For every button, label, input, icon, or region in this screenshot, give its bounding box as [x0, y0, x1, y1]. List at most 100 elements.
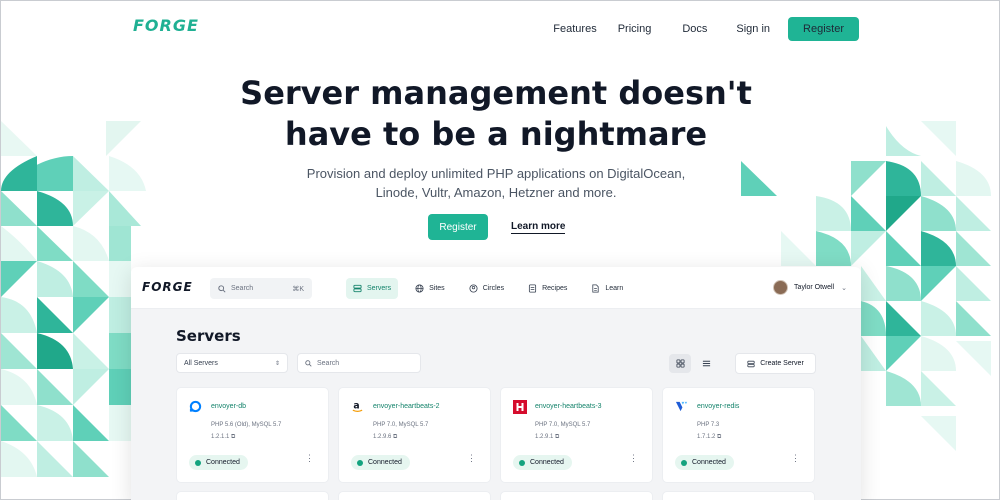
- app-nav-circles[interactable]: Circles: [462, 278, 511, 299]
- server-card-partial[interactable]: [176, 491, 329, 500]
- amazon-icon: a: [350, 399, 365, 414]
- app-nav-label: Servers: [367, 285, 392, 292]
- app-content: Servers All Servers ⇕ Search Create Serv…: [131, 309, 861, 500]
- server-card-partial[interactable]: [500, 491, 653, 500]
- server-name-link[interactable]: envoyer-heartbeats-2: [373, 403, 440, 410]
- app-nav: Servers Sites Circles Recipes Learn: [346, 278, 640, 299]
- more-options-icon[interactable]: ⋮: [629, 454, 638, 463]
- server-php-mysql: PHP 7.3: [697, 422, 720, 428]
- status-dot: [519, 459, 525, 466]
- search-icon: [305, 359, 312, 367]
- server-name-link[interactable]: envoyer-db: [211, 403, 246, 410]
- learn-more-link[interactable]: Learn more: [511, 221, 566, 234]
- hero-actions: Register Learn more: [428, 214, 566, 240]
- server-cards-row-2: [176, 491, 824, 500]
- create-server-button[interactable]: Create Server: [735, 353, 816, 374]
- server-add-icon: [747, 360, 755, 367]
- search-shortcut: ⌘K: [292, 285, 304, 293]
- hero-subtitle-line-1: Provision and deploy unlimited PHP appli…: [306, 166, 686, 181]
- list-icon: [702, 360, 710, 367]
- server-card[interactable]: envoyer-db PHP 5.6 (Old), MySQL 5.7 1.2.…: [176, 387, 329, 483]
- app-nav-sites[interactable]: Sites: [408, 278, 452, 299]
- app-nav-label: Learn: [605, 285, 624, 292]
- status-badge: Connected: [675, 455, 734, 470]
- circle-user-icon: [469, 284, 478, 293]
- status-dot: [681, 459, 687, 466]
- status-dot: [195, 459, 201, 466]
- top-nav: Features Pricing Docs Sign in Register: [553, 17, 859, 41]
- nav-docs-link[interactable]: Docs: [682, 23, 707, 35]
- server-php-mysql: PHP 7.0, MySQL 5.7: [535, 422, 591, 428]
- search-placeholder: Search: [231, 285, 254, 292]
- hero-title-line-1: Server management doesn't: [240, 74, 752, 112]
- status-badge: Connected: [351, 455, 410, 470]
- app-nav-learn[interactable]: Learn: [584, 278, 630, 299]
- server-meta: PHP 7.0, MySQL 5.7 1.2.9.6 ⧉: [373, 419, 428, 443]
- document-icon: [592, 284, 599, 293]
- status-label: Connected: [692, 459, 726, 466]
- status-dot: [357, 459, 363, 466]
- copy-icon[interactable]: ⧉: [231, 434, 235, 440]
- nav-pricing-link[interactable]: Pricing: [618, 23, 652, 35]
- app-logo[interactable]: FORGE: [142, 280, 193, 294]
- copy-icon[interactable]: ⧉: [717, 434, 721, 440]
- globe-icon: [415, 284, 424, 293]
- copy-icon[interactable]: ⧉: [555, 434, 559, 440]
- server-version-row: 1.2.9.1 ⧉: [535, 431, 590, 443]
- updown-icon: ⇕: [274, 360, 280, 367]
- hero-subtitle: Provision and deploy unlimited PHP appli…: [1, 164, 991, 202]
- server-card[interactable]: envoyer-heartbeats-3 PHP 7.0, MySQL 5.7 …: [500, 387, 653, 483]
- status-label: Connected: [206, 459, 240, 466]
- server-search-input[interactable]: Search: [297, 353, 421, 373]
- server-card-partial[interactable]: [662, 491, 815, 500]
- server-card[interactable]: envoyer-redis PHP 7.3 1.7.1.2 ⧉ Connecte…: [662, 387, 815, 483]
- grid-view-button[interactable]: [669, 354, 691, 373]
- avatar: [773, 280, 789, 295]
- server-name-link[interactable]: envoyer-redis: [697, 403, 739, 410]
- server-card[interactable]: a envoyer-heartbeats-2 PHP 7.0, MySQL 5.…: [338, 387, 491, 483]
- server-version-row: 1.2.9.6 ⧉: [373, 431, 428, 443]
- hero-subtitle-line-2: Linode, Vultr, Amazon, Hetzner and more.: [375, 185, 617, 200]
- hero-register-button[interactable]: Register: [428, 214, 488, 240]
- server-version-row: 1.2.1.1 ⧉: [211, 431, 281, 443]
- page-title: Servers: [176, 327, 241, 345]
- filter-value: All Servers: [184, 359, 218, 367]
- server-version-row: 1.7.1.2 ⧉: [697, 431, 721, 443]
- server-meta: PHP 7.0, MySQL 5.7 1.2.9.1 ⧉: [535, 419, 590, 443]
- forge-logo[interactable]: FORGE: [133, 16, 199, 35]
- nav-features-link[interactable]: Features: [553, 23, 596, 35]
- create-server-label: Create Server: [760, 360, 804, 367]
- server-php-mysql: PHP 7.0, MySQL 5.7: [373, 422, 429, 428]
- server-version: 1.2.1.1: [211, 434, 230, 440]
- user-menu[interactable]: Taylor Otwell ⌄: [773, 280, 847, 295]
- server-meta: PHP 5.6 (Old), MySQL 5.7 1.2.1.1 ⧉: [211, 419, 281, 443]
- chevron-down-icon: ⌄: [841, 284, 847, 292]
- app-nav-servers[interactable]: Servers: [346, 278, 399, 299]
- server-name-link[interactable]: envoyer-heartbeats-3: [535, 403, 602, 410]
- vultr-icon: [674, 399, 689, 414]
- server-card-partial[interactable]: [338, 491, 491, 500]
- server-version: 1.2.9.1: [535, 434, 554, 440]
- more-options-icon[interactable]: ⋮: [305, 454, 314, 463]
- server-search-placeholder: Search: [317, 359, 340, 367]
- search-icon: [218, 284, 226, 293]
- app-search-input[interactable]: Search ⌘K: [210, 278, 312, 299]
- hero-title-line-2: have to be a nightmare: [284, 115, 708, 153]
- list-view-button[interactable]: [695, 354, 717, 373]
- status-badge: Connected: [189, 455, 248, 470]
- hetzner-icon: [512, 399, 527, 414]
- svg-text:a: a: [353, 400, 359, 411]
- app-nav-recipes[interactable]: Recipes: [521, 278, 574, 299]
- more-options-icon[interactable]: ⋮: [791, 454, 800, 463]
- user-name: Taylor Otwell: [794, 284, 835, 291]
- grid-icon: [675, 359, 685, 368]
- server-filter-select[interactable]: All Servers ⇕: [176, 353, 288, 373]
- server-icon: [353, 284, 362, 293]
- more-options-icon[interactable]: ⋮: [467, 454, 476, 463]
- app-preview-window: FORGE Search ⌘K Servers Sites Circles Re…: [131, 267, 861, 500]
- app-nav-label: Circles: [482, 285, 505, 292]
- hero-title: Server management doesn't have to be a n…: [1, 73, 991, 155]
- copy-icon[interactable]: ⧉: [393, 434, 397, 440]
- nav-register-button[interactable]: Register: [788, 17, 859, 41]
- nav-sign-in-link[interactable]: Sign in: [736, 23, 770, 35]
